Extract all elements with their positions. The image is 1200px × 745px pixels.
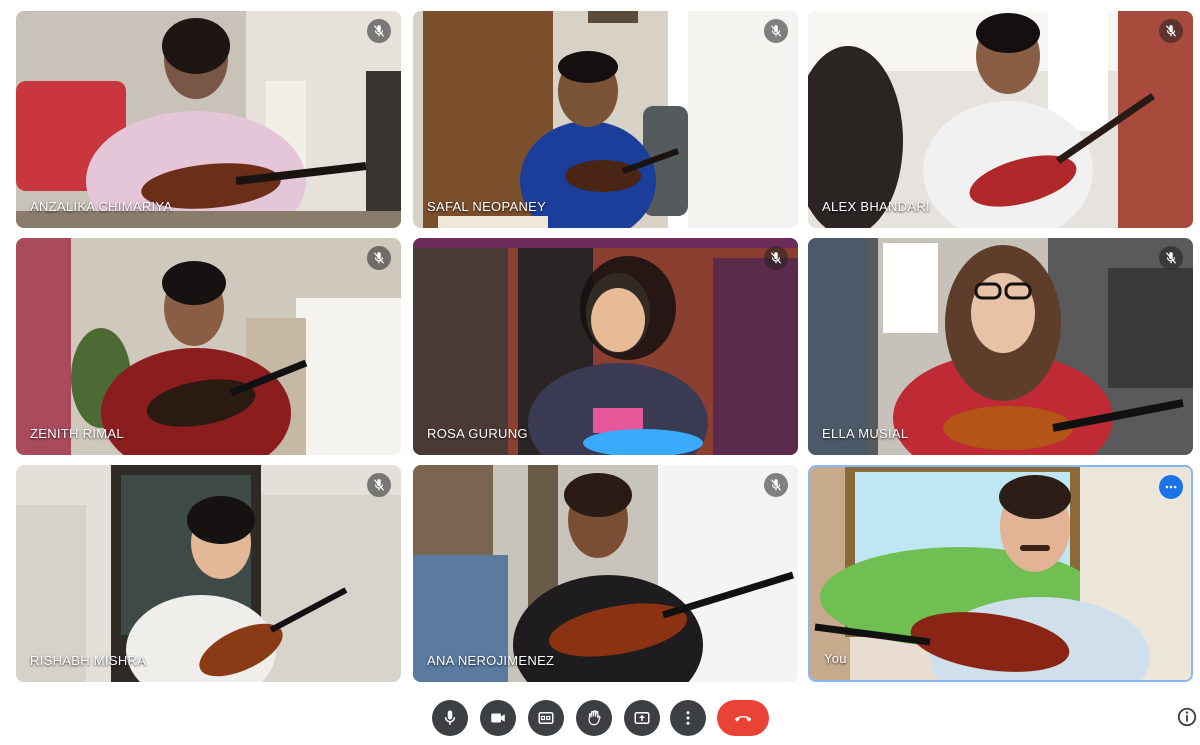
participant-name: You xyxy=(824,651,847,666)
participant-name: ALEX BHANDARI xyxy=(822,199,930,214)
participant-name: SAFAL NEOPANEY xyxy=(427,199,547,214)
video-feed xyxy=(413,11,798,228)
mic-off-icon xyxy=(367,19,391,43)
video-feed xyxy=(413,465,798,682)
participant-name: RISHABH MISHRA xyxy=(30,653,147,668)
video-feed xyxy=(413,238,798,455)
camera-icon xyxy=(491,713,505,723)
raise-hand-icon xyxy=(588,710,601,726)
participant-tile-safal[interactable]: SAFAL NEOPANEY xyxy=(413,11,798,228)
participant-name: ANA NEROJIMENEZ xyxy=(427,653,555,668)
participant-tile-ella[interactable]: ELLA MUSIAL xyxy=(808,238,1193,455)
video-feed xyxy=(16,238,401,455)
participant-tile-rishabh[interactable]: RISHABH MISHRA xyxy=(16,465,401,682)
meeting-controls xyxy=(0,700,1200,745)
participant-tile-alex[interactable]: ALEX BHANDARI xyxy=(808,11,1193,228)
mic-off-icon xyxy=(764,473,788,497)
more-vert-icon xyxy=(686,711,690,725)
captions-button[interactable] xyxy=(528,700,564,736)
end-call-icon xyxy=(734,716,752,722)
video-feed xyxy=(16,11,401,228)
microphone-icon xyxy=(444,710,456,725)
end-call-button[interactable] xyxy=(717,700,769,736)
microphone-button[interactable] xyxy=(432,700,468,736)
participant-name: ROSA GURUNG xyxy=(427,426,528,441)
participant-tile-ana[interactable]: ANA NEROJIMENEZ xyxy=(413,465,798,682)
video-grid: ANZALIKA CHIMARIYA SAFAL NEOPANEY ALEX B… xyxy=(0,0,1200,700)
present-screen-button[interactable] xyxy=(624,700,660,736)
meeting-details-button[interactable] xyxy=(1176,706,1198,728)
raise-hand-button[interactable] xyxy=(576,700,612,736)
participant-tile-anzalika[interactable]: ANZALIKA CHIMARIYA xyxy=(16,11,401,228)
info-icon xyxy=(1177,707,1197,727)
more-options-icon[interactable] xyxy=(1159,475,1183,499)
video-feed xyxy=(808,238,1193,455)
mic-off-icon xyxy=(764,246,788,270)
mic-off-icon xyxy=(367,473,391,497)
participant-tile-rosa[interactable]: ROSA GURUNG xyxy=(413,238,798,455)
participant-name: ZENITH RIMAL xyxy=(30,426,124,441)
more-options-button[interactable] xyxy=(670,700,706,736)
present-screen-icon xyxy=(634,712,650,724)
mic-off-icon xyxy=(367,246,391,270)
camera-button[interactable] xyxy=(480,700,516,736)
participant-tile-self[interactable]: You xyxy=(808,465,1193,682)
video-feed xyxy=(810,467,1191,680)
participant-tile-zenith[interactable]: ZENITH RIMAL xyxy=(16,238,401,455)
mic-off-icon xyxy=(1159,246,1183,270)
video-feed xyxy=(808,11,1193,228)
participant-name: ANZALIKA CHIMARIYA xyxy=(30,199,173,214)
participant-name: ELLA MUSIAL xyxy=(822,426,909,441)
video-feed xyxy=(16,465,401,682)
mic-off-icon xyxy=(764,19,788,43)
mic-off-icon xyxy=(1159,19,1183,43)
captions-icon xyxy=(538,712,554,724)
